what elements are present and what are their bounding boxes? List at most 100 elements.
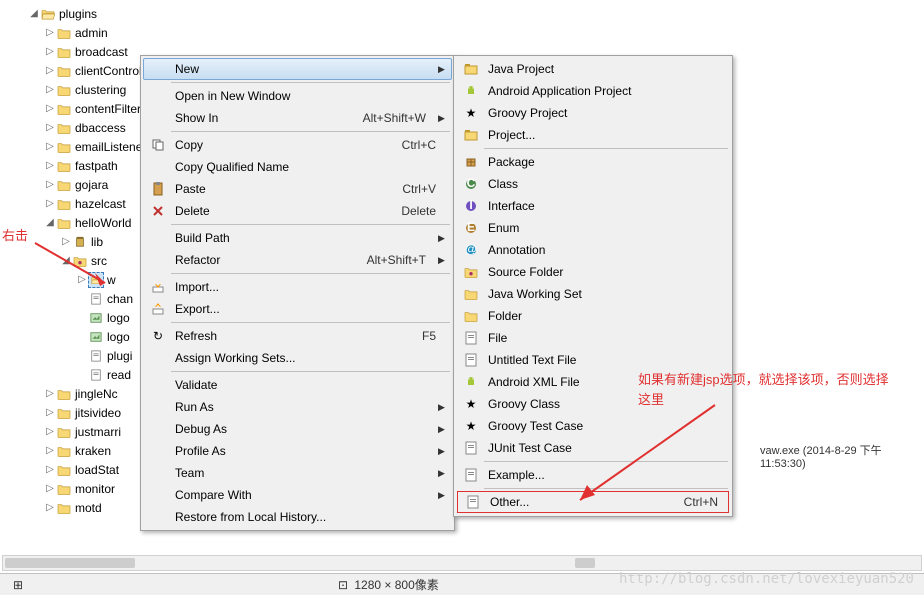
delete-icon: [147, 204, 169, 218]
menu-item-restore[interactable]: Restore from Local History...: [143, 506, 452, 528]
sub-item-working-set[interactable]: Java Working Set: [456, 283, 730, 305]
folder-icon: [56, 101, 72, 117]
tree-label: emailListener: [75, 140, 146, 154]
sub-item-java-project[interactable]: Java Project: [456, 58, 730, 80]
tree-label: lib: [91, 235, 103, 249]
example-icon: [460, 468, 482, 482]
menu-item-copy-qname[interactable]: Copy Qualified Name: [143, 156, 452, 178]
tree-label: helloWorld: [75, 216, 131, 230]
menu-item-show-in[interactable]: Show InAlt+Shift+W▶: [143, 107, 452, 129]
tree-node[interactable]: ▷admin: [12, 23, 924, 42]
menu-item-validate[interactable]: Validate: [143, 374, 452, 396]
tree-label: justmarri: [75, 425, 121, 439]
tree-label: jingleNc: [75, 387, 118, 401]
sub-item-project[interactable]: Project...: [456, 124, 730, 146]
android-xml-icon: [460, 375, 482, 389]
package-icon: [460, 155, 482, 169]
menu-item-refresh[interactable]: ↻RefreshF5: [143, 325, 452, 347]
file-icon: [88, 329, 104, 345]
junit-icon: [460, 441, 482, 455]
tree-label: fastpath: [75, 159, 118, 173]
menu-item-debug-as[interactable]: Debug As▶: [143, 418, 452, 440]
tree-label: logo: [107, 330, 130, 344]
scrollbar-thumb[interactable]: [575, 558, 595, 568]
sub-item-class[interactable]: Class: [456, 173, 730, 195]
folder-icon: [56, 82, 72, 98]
menu-item-profile-as[interactable]: Profile As▶: [143, 440, 452, 462]
sub-item-example[interactable]: Example...: [456, 464, 730, 486]
menu-item-import[interactable]: Import...: [143, 276, 452, 298]
folder-icon: [460, 310, 482, 322]
sub-item-folder[interactable]: Folder: [456, 305, 730, 327]
folder-icon: [56, 215, 72, 231]
tree-label: jitsivideo: [75, 406, 121, 420]
status-dimensions: 1280 × 800像素: [354, 578, 438, 592]
tree-label: plugins: [59, 7, 97, 21]
menu-item-assign-ws[interactable]: Assign Working Sets...: [143, 347, 452, 369]
refresh-icon: ↻: [147, 329, 169, 343]
copy-icon: [147, 138, 169, 152]
tree-label: read: [107, 368, 131, 382]
annotation-icon: [460, 243, 482, 257]
folder-icon: [56, 500, 72, 516]
menu-item-refactor[interactable]: RefactorAlt+Shift+T▶: [143, 249, 452, 271]
project-icon: [460, 128, 482, 142]
tree-label: admin: [75, 26, 108, 40]
java-project-icon: [460, 62, 482, 76]
tree-label: plugi: [107, 349, 132, 363]
menu-item-compare[interactable]: Compare With▶: [143, 484, 452, 506]
menu-item-new[interactable]: New▶: [143, 58, 452, 80]
menu-item-paste[interactable]: PasteCtrl+V: [143, 178, 452, 200]
file-icon: [88, 272, 104, 288]
sub-item-junit[interactable]: JUnit Test Case: [456, 437, 730, 459]
folder-icon: [56, 139, 72, 155]
scrollbar-horizontal[interactable]: [2, 555, 922, 571]
sub-item-annotation[interactable]: Annotation: [456, 239, 730, 261]
scrollbar-thumb[interactable]: [5, 558, 135, 568]
menu-item-open-window[interactable]: Open in New Window: [143, 85, 452, 107]
interface-icon: [460, 199, 482, 213]
folder-icon: [56, 158, 72, 174]
menu-item-export[interactable]: Export...: [143, 298, 452, 320]
tree-label: gojara: [75, 178, 108, 192]
sub-item-enum[interactable]: Enum: [456, 217, 730, 239]
tree-label: src: [91, 254, 107, 268]
folder-icon: [56, 481, 72, 497]
file-icon: [88, 310, 104, 326]
tree-label: chan: [107, 292, 133, 306]
class-icon: [460, 177, 482, 191]
sub-item-file[interactable]: File: [456, 327, 730, 349]
annotation-right-click: 右击: [2, 225, 28, 244]
sub-item-other[interactable]: Other...Ctrl+N: [457, 491, 729, 513]
tree-label: motd: [75, 501, 102, 515]
menu-item-delete[interactable]: DeleteDelete: [143, 200, 452, 222]
new-submenu: Java Project Android Application Project…: [453, 55, 733, 517]
sub-item-groovy-project[interactable]: ★Groovy Project: [456, 102, 730, 124]
text-file-icon: [460, 353, 482, 367]
tree-node-plugins[interactable]: ◢plugins: [12, 4, 924, 23]
menu-item-build-path[interactable]: Build Path▶: [143, 227, 452, 249]
tree-label: w: [107, 273, 116, 287]
sub-item-source-folder[interactable]: Source Folder: [456, 261, 730, 283]
sub-item-groovy-test[interactable]: ★Groovy Test Case: [456, 415, 730, 437]
sub-item-android-app[interactable]: Android Application Project: [456, 80, 730, 102]
file-icon: [88, 367, 104, 383]
groovy-test-icon: ★: [460, 419, 482, 433]
tree-label: logo: [107, 311, 130, 325]
folder-icon: [56, 120, 72, 136]
menu-item-team[interactable]: Team▶: [143, 462, 452, 484]
package-folder-icon: [72, 253, 88, 269]
annotation-jsp-tip: 如果有新建jsp选项，就选择该项，否则选择这里: [638, 370, 898, 409]
sub-item-interface[interactable]: Interface: [456, 195, 730, 217]
sub-item-package[interactable]: Package: [456, 151, 730, 173]
tree-label: clustering: [75, 83, 126, 97]
dimensions-icon: ⊡: [335, 578, 351, 592]
tree-label: hazelcast: [75, 197, 126, 211]
other-icon: [462, 495, 484, 509]
folder-icon: [56, 443, 72, 459]
menu-item-copy[interactable]: CopyCtrl+C: [143, 134, 452, 156]
context-menu: New▶ Open in New Window Show InAlt+Shift…: [140, 55, 455, 531]
import-icon: [147, 280, 169, 294]
sub-item-untitled-text[interactable]: Untitled Text File: [456, 349, 730, 371]
menu-item-run-as[interactable]: Run As▶: [143, 396, 452, 418]
